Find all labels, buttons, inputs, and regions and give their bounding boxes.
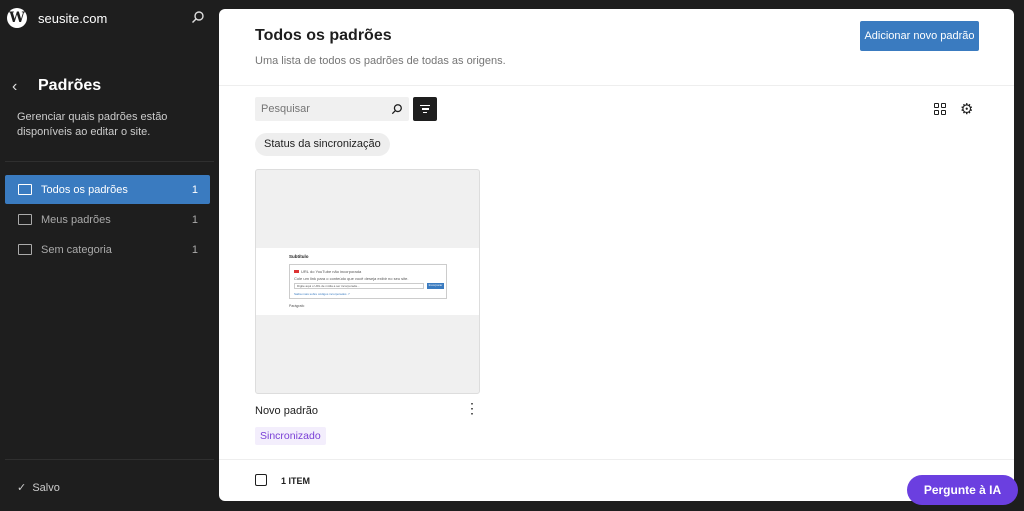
filter-button[interactable]: [413, 97, 437, 121]
preview-input: Digite aqui o URL de mídia a ser incorpo…: [294, 283, 424, 289]
divider: [219, 459, 1014, 460]
sidebar-nav: Todos os padrões 1 Meus padrões 1 Sem cate…: [5, 175, 210, 265]
select-all-checkbox[interactable]: [255, 474, 267, 486]
preview-button: Incorporar: [427, 283, 444, 289]
sidebar-item-count: 1: [191, 243, 198, 256]
search-placeholder: Pesquisar: [261, 103, 310, 115]
sync-status-badge: Sincronizado: [255, 427, 326, 445]
sidebar-item-label: Sem categoria: [41, 243, 112, 256]
filter-chip-sync-status[interactable]: Status da sincronização: [255, 133, 390, 156]
pattern-card-preview[interactable]: Subtítulo URL do YouTube não incorporada…: [255, 169, 480, 394]
grid-view-icon[interactable]: [934, 103, 946, 115]
folder-icon: [18, 184, 32, 195]
sidebar-title: Padrões: [38, 77, 102, 94]
gear-icon[interactable]: ⚙: [960, 100, 973, 118]
search-input[interactable]: Pesquisar: [255, 97, 409, 121]
save-status-label: Salvo: [32, 482, 60, 494]
preview-paragraph: Parágrafo: [289, 304, 305, 308]
ask-ai-button[interactable]: Pergunte à IA: [907, 475, 1018, 505]
add-new-pattern-button[interactable]: Adicionar novo padrão: [860, 21, 979, 51]
sidebar-item-my-patterns[interactable]: Meus padrões 1: [5, 205, 210, 234]
divider: [219, 85, 1014, 86]
check-icon: ✓: [17, 482, 27, 494]
youtube-icon: [294, 270, 299, 273]
save-status: ✓ Salvo: [17, 481, 60, 494]
pattern-preview: Subtítulo URL do YouTube não incorporada…: [256, 248, 479, 315]
preview-embed-title: URL do YouTube não incorporada: [301, 269, 362, 274]
sidebar-description: Gerenciar quais padrões estão disponívei…: [17, 111, 168, 138]
sidebar-item-label: Todos os padrões: [41, 183, 128, 196]
pattern-title[interactable]: Novo padrão: [255, 405, 318, 417]
sidebar-item-count: 1: [191, 183, 198, 196]
preview-heading: Subtítulo: [289, 254, 309, 259]
back-chevron-icon[interactable]: ‹: [12, 78, 17, 96]
folder-icon: [18, 214, 32, 225]
main-panel: Todos os padrões Uma lista de todos os p…: [219, 9, 1014, 501]
more-options-icon[interactable]: ⋮: [465, 401, 479, 415]
divider: [5, 161, 214, 162]
preview-embed-desc: Cole um link para o conteúdo que você de…: [294, 276, 409, 281]
item-count: 1 ITEM: [281, 476, 311, 486]
page-title: Todos os padrões: [255, 27, 392, 44]
sidebar-item-all-patterns[interactable]: Todos os padrões 1: [5, 175, 210, 204]
site-name: seusite.com: [38, 10, 108, 26]
sidebar-item-uncategorized[interactable]: Sem categoria 1: [5, 235, 210, 264]
search-icon: [391, 104, 402, 115]
sidebar-item-label: Meus padrões: [41, 213, 111, 226]
site-link[interactable]: W seusite.com: [7, 8, 107, 28]
search-icon[interactable]: [191, 10, 205, 24]
folder-icon: [18, 244, 32, 255]
divider: [5, 459, 214, 460]
wordpress-logo-icon: W: [7, 8, 27, 28]
preview-link: Saiba mais sobre códigos incorporados ↗: [294, 292, 350, 296]
preview-embed: URL do YouTube não incorporada Cole um l…: [289, 264, 447, 299]
sidebar-item-count: 1: [191, 213, 198, 226]
sidebar: W seusite.com ‹ Padrões Gerenciar quais …: [0, 0, 219, 511]
page-subtitle: Uma lista de todos os padrões de todas a…: [255, 55, 506, 67]
